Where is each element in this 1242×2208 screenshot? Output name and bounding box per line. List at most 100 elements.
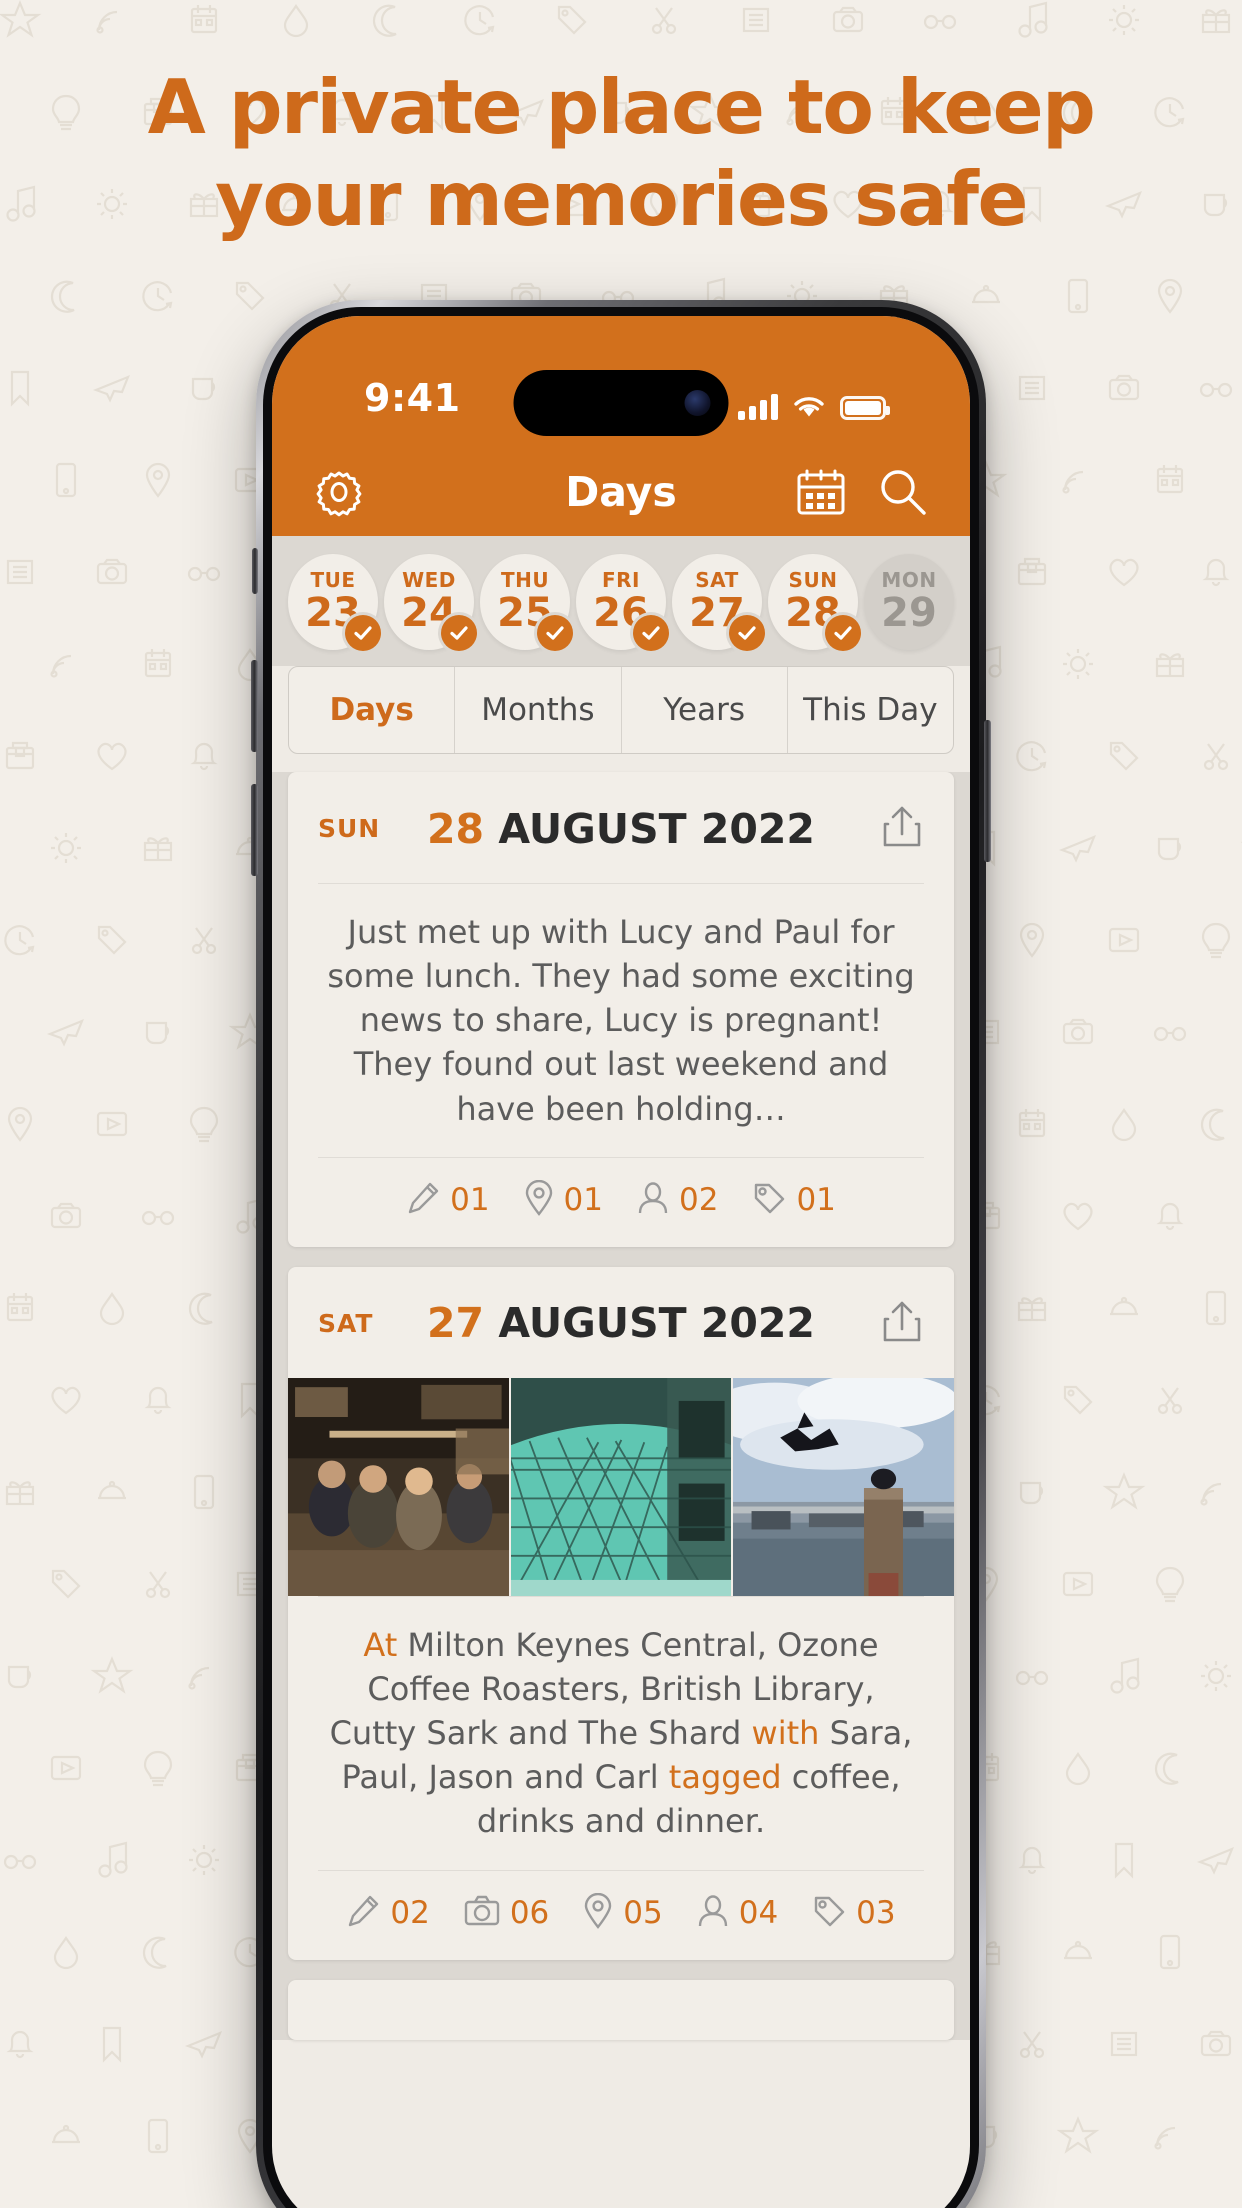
check-icon (633, 615, 669, 651)
stat-value: 03 (856, 1895, 896, 1932)
location-icon (524, 1179, 554, 1221)
day-pill-weekday: MON (881, 568, 937, 592)
tab-months[interactable]: Months (455, 667, 622, 753)
search-icon[interactable] (876, 465, 930, 519)
tag-icon (812, 1894, 846, 1933)
cellular-bars-icon (738, 394, 778, 420)
stat-value: 02 (679, 1182, 719, 1219)
location-icon (583, 1892, 613, 1934)
day-pill-number: 29 (881, 590, 937, 636)
day-pill-fri[interactable]: FRI 26 (576, 554, 669, 651)
period-segmented-control[interactable]: Days Months Years This Day (288, 666, 954, 754)
stat-value: 01 (450, 1182, 490, 1219)
stat-value: 01 (563, 1182, 603, 1219)
check-icon (537, 615, 573, 651)
person-icon (697, 1894, 729, 1933)
entry-body-segment: At (363, 1625, 408, 1664)
person-icon (637, 1181, 669, 1220)
status-bar: 9:41 (272, 316, 970, 448)
entry-body: Just met up with Lucy and Paul for some … (327, 913, 915, 1128)
pencil-icon (406, 1181, 440, 1220)
check-icon (345, 615, 381, 651)
stat-location: 01 (524, 1179, 603, 1221)
entries-scroll-area[interactable]: SUN 28 AUGUST 2022 Just met up with Lucy… (272, 772, 970, 2040)
battery-full-icon (840, 396, 890, 420)
phone-screen: 9:41 Days TUE 23 WED 24 THU 25 FRI 26 SA… (272, 316, 970, 2208)
entry-header: SUN 28 AUGUST 2022 (288, 772, 954, 883)
stat-value: 04 (738, 1895, 779, 1932)
power-button[interactable] (984, 720, 991, 862)
tab-years[interactable]: Years (622, 667, 788, 753)
entry-photo[interactable] (288, 1377, 509, 1596)
marketing-headline: A private place to keep your memories sa… (0, 0, 1242, 245)
stat-person: 02 (637, 1181, 718, 1220)
mute-switch[interactable] (252, 548, 258, 594)
entry-card[interactable]: SAT 27 AUGUST 2022 At Milton Keynes Cent… (288, 1266, 954, 1960)
day-pill-sat[interactable]: SAT 27 (672, 554, 765, 651)
check-icon (441, 615, 477, 651)
share-icon[interactable] (880, 1297, 924, 1350)
entry-header: SAT 27 AUGUST 2022 (288, 1267, 954, 1378)
camera-icon (464, 1894, 500, 1933)
day-strip[interactable]: TUE 23 WED 24 THU 25 FRI 26 SAT 27 SUN 28 MON 29 (272, 536, 970, 666)
stat-value: 01 (796, 1182, 836, 1219)
entry-weekday: SAT (318, 1308, 374, 1338)
tag-icon (752, 1181, 786, 1220)
volume-down-button[interactable] (251, 784, 258, 876)
wifi-icon (794, 397, 824, 417)
entry-card-partial[interactable] (288, 1979, 954, 2040)
stat-camera: 06 (464, 1894, 549, 1933)
day-pill-tue[interactable]: TUE 23 (288, 554, 381, 651)
check-icon (825, 615, 861, 651)
volume-up-button[interactable] (251, 660, 258, 752)
calendar-icon[interactable] (794, 465, 848, 519)
entry-month-year: AUGUST 2022 (498, 1299, 815, 1348)
day-pill-weekday: WED (402, 568, 456, 592)
dynamic-island (513, 370, 729, 436)
tab-days[interactable]: Days (289, 667, 456, 753)
status-time: 9:41 (364, 376, 461, 420)
day-pill-weekday: SUN (788, 568, 838, 592)
stat-tag: 03 (812, 1894, 896, 1933)
entry-day-number: 28 (427, 804, 485, 853)
front-camera-lens (684, 390, 711, 416)
headline-line-2: your memories safe (215, 154, 1028, 243)
day-pill-weekday: SAT (695, 568, 739, 592)
stat-person: 04 (697, 1894, 778, 1933)
day-pill-thu[interactable]: THU 25 (480, 554, 573, 651)
share-icon[interactable] (880, 802, 924, 855)
phone-mockup: 9:41 Days TUE 23 WED 24 THU 25 FRI 26 SA… (251, 300, 991, 2208)
entry-month-year: AUGUST 2022 (498, 804, 815, 853)
tab-this-day[interactable]: This Day (788, 667, 953, 753)
status-indicators (738, 394, 890, 420)
stat-location: 05 (583, 1892, 663, 1934)
entry-weekday: SUN (318, 814, 381, 843)
entry-stats: 01 01 02 01 (288, 1158, 954, 1247)
entry-body-segment: tagged (668, 1758, 792, 1797)
entry-date: 27 AUGUST 2022 (288, 1299, 954, 1347)
entry-body-segment: with (751, 1714, 830, 1753)
stat-pencil: 01 (406, 1181, 490, 1220)
entry-photo-strip[interactable] (288, 1377, 954, 1596)
pencil-icon (346, 1894, 380, 1933)
day-pill-weekday: THU (500, 568, 550, 592)
stat-value: 06 (509, 1895, 550, 1932)
entry-card[interactable]: SUN 28 AUGUST 2022 Just met up with Lucy… (288, 772, 954, 1247)
gear-icon[interactable] (312, 465, 366, 519)
day-pill-weekday: FRI (601, 568, 640, 592)
stat-pencil: 02 (346, 1894, 430, 1933)
day-pill-wed[interactable]: WED 24 (384, 554, 477, 651)
day-pill-sun[interactable]: SUN 28 (768, 554, 861, 651)
entry-photo[interactable] (731, 1377, 954, 1596)
stat-value: 02 (390, 1895, 430, 1932)
nav-bar: Days (272, 448, 970, 536)
entry-stats: 02 06 05 04 03 (288, 1871, 954, 1960)
stat-value: 05 (623, 1895, 663, 1932)
stat-tag: 01 (752, 1181, 836, 1220)
headline-line-1: A private place to keep (147, 63, 1096, 151)
entry-day-number: 27 (427, 1299, 485, 1348)
day-pill-mon[interactable]: MON 29 (864, 554, 954, 650)
entry-date: 28 AUGUST 2022 (288, 805, 954, 853)
check-icon (729, 615, 765, 651)
entry-photo[interactable] (508, 1377, 732, 1596)
